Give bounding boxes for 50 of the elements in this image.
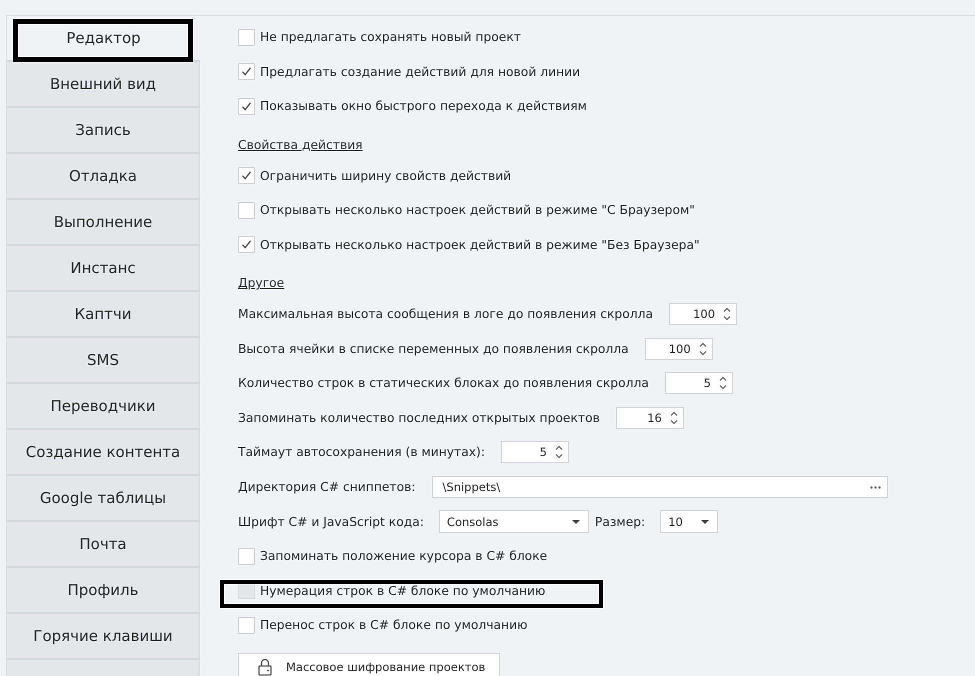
setting-label: Высота ячейки в списке переменных до появления скролла xyxy=(238,342,629,356)
checkbox-label: Запоминать положение курсора в C# блоке xyxy=(260,549,548,564)
caret-icon[interactable] xyxy=(572,520,580,524)
setting-label: Максимальная высота сообщения в логе до появления скролла xyxy=(238,307,654,322)
checkbox-label: Предлагать создание действий для новой линии xyxy=(260,64,580,79)
spin-arrows-icon[interactable] xyxy=(723,306,732,322)
caret-icon[interactable] xyxy=(701,520,710,524)
checkbox-label: Показывать окно быстрого перехода к действиям xyxy=(260,99,587,114)
checkbox[interactable] xyxy=(238,167,255,184)
setting-label: Таймаут автосохранения (в минутах): xyxy=(238,445,485,460)
lock-icon xyxy=(258,658,272,676)
number-spinner[interactable]: 5 xyxy=(664,372,733,394)
number-spinner[interactable]: 100 xyxy=(669,303,738,326)
checkbox[interactable] xyxy=(238,28,255,46)
spin-arrows-icon[interactable] xyxy=(698,340,707,357)
section-heading: Свойства действия xyxy=(238,138,363,152)
setting-label: Размер: xyxy=(594,514,646,529)
checkbox[interactable] xyxy=(238,236,255,254)
checkbox-label: Ограничить ширину свойств действий xyxy=(260,168,512,183)
encrypt-projects-button[interactable]: Массовое шифрование проектов xyxy=(238,652,500,676)
number-spinner[interactable]: 100 xyxy=(644,338,713,360)
spin-arrows-icon[interactable] xyxy=(670,410,678,426)
font-dropdown[interactable]: Consolas xyxy=(438,510,589,534)
checkbox-label: Нумерация строк в C# блоке по умолчанию xyxy=(260,584,546,598)
size-dropdown[interactable]: 10 xyxy=(660,510,718,534)
check-icon xyxy=(241,66,252,78)
setting-label: Количество строк в статических блоках до появления скролла xyxy=(238,376,649,390)
number-spinner[interactable]: 16 xyxy=(616,406,684,429)
setting-label: Шрифт C# и JavaScript кода: xyxy=(238,514,424,529)
checkbox[interactable] xyxy=(238,548,255,565)
checkbox[interactable] xyxy=(238,98,255,115)
check-icon xyxy=(241,239,252,250)
check-icon xyxy=(241,100,252,112)
setting-label: Директория C# сниппетов: xyxy=(238,480,416,494)
checkbox[interactable] xyxy=(238,616,255,634)
number-spinner[interactable]: 5 xyxy=(500,441,569,464)
check-icon xyxy=(241,170,252,182)
spin-arrows-icon[interactable] xyxy=(718,375,727,392)
more-icon[interactable] xyxy=(870,486,881,489)
checkbox-label: Перенос строк в C# блоке по умолчанию xyxy=(260,618,528,632)
section-heading: Другое xyxy=(238,276,284,290)
checkbox[interactable] xyxy=(238,63,255,80)
checkbox[interactable] xyxy=(238,202,255,219)
path-field[interactable]: \Snippets\ xyxy=(432,476,888,498)
checkbox-label: Открывать несколько настроек действий в режиме "Без Браузера" xyxy=(260,238,700,252)
setting-label: Запоминать количество последних открытых проектов xyxy=(238,410,600,425)
sidebar-tab[interactable]: Редактор xyxy=(7,16,200,62)
checkbox-label: Не предлагать сохранять новый проект xyxy=(260,30,521,44)
checkbox-label: Открывать несколько настроек действий в режиме "С Браузером" xyxy=(260,203,695,218)
spin-arrows-icon[interactable] xyxy=(554,444,563,460)
